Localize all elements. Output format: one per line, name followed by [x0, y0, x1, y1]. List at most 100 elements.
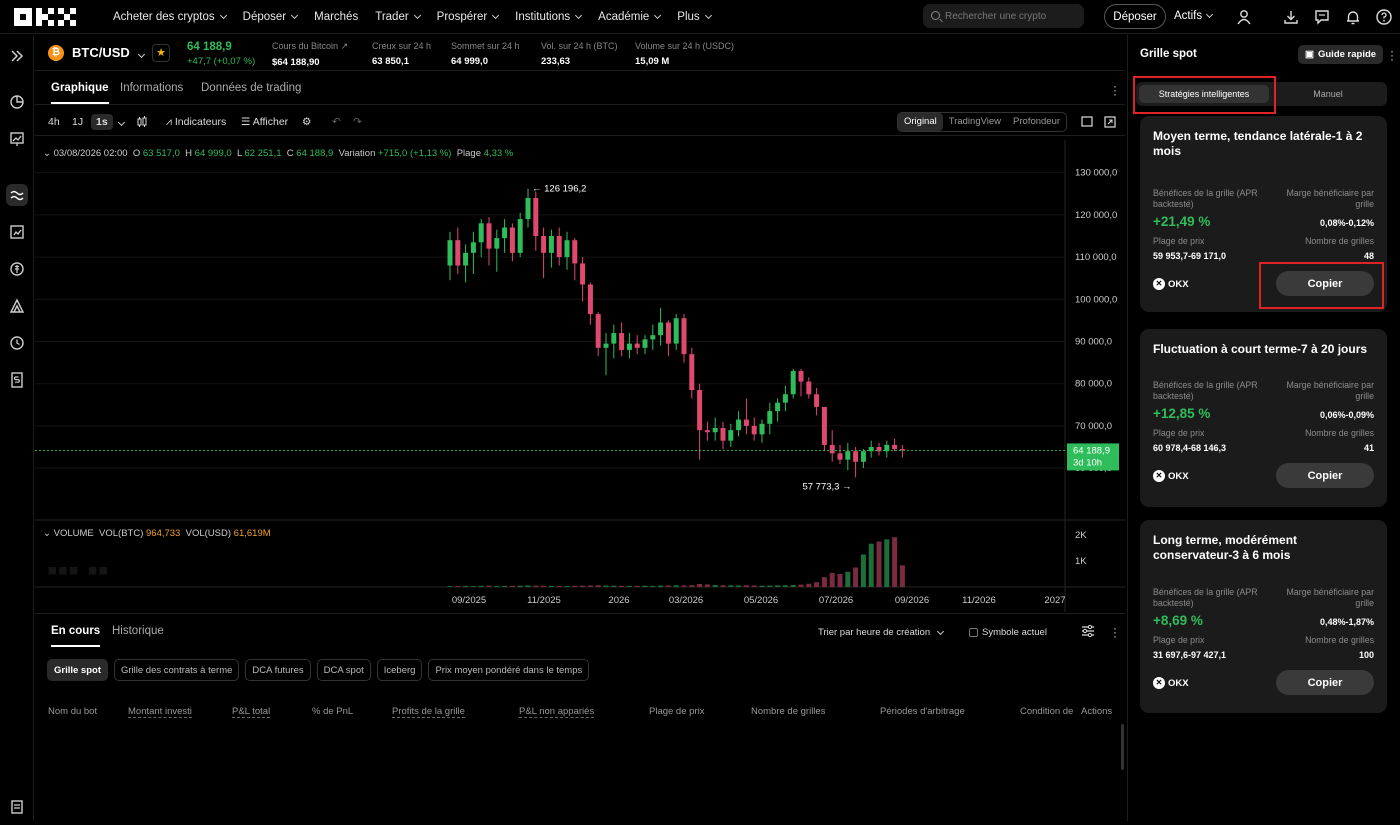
window-icon[interactable] — [1081, 116, 1093, 130]
fullscreen-icon[interactable] — [1104, 116, 1116, 131]
expand-icon[interactable] — [6, 45, 28, 67]
filter-sliders-icon[interactable] — [1080, 623, 1096, 642]
undo-icon[interactable]: ↶ — [332, 116, 341, 128]
settings-gear-icon[interactable]: ⚙ — [302, 116, 311, 128]
collapse-chevron-icon[interactable]: ⌄ — [43, 148, 51, 159]
x-tick-label: 11/2025 — [527, 595, 561, 606]
more-options-icon[interactable]: · · · — [1112, 622, 1118, 642]
timeframe-4h[interactable]: 4h — [48, 116, 60, 128]
current-symbol-checkbox[interactable]: Symbole actuel — [969, 627, 1047, 638]
chip-futures-grid[interactable]: Grille des contrats à terme — [113, 659, 240, 681]
menu-institutions[interactable]: Institutions — [515, 11, 583, 23]
help-icon[interactable] — [1375, 8, 1393, 26]
timeframe-1d[interactable]: 1J — [72, 116, 83, 128]
options-icon[interactable] — [6, 295, 28, 317]
timeframe-dropdown[interactable] — [117, 116, 126, 128]
chevron-down-icon — [138, 50, 146, 59]
history-icon[interactable] — [6, 332, 28, 354]
assets-menu[interactable]: Actifs — [1174, 10, 1214, 22]
highlight-box — [1133, 76, 1276, 114]
candle-body — [743, 419, 749, 426]
display-button[interactable]: ☰ Afficher — [241, 116, 288, 128]
scrollbar[interactable] — [1121, 724, 1124, 770]
candle-type-icon[interactable] — [136, 116, 148, 131]
chip-futures-dca[interactable]: DCA futures — [245, 659, 311, 681]
pair-selector[interactable]: BTC/USD — [72, 45, 146, 60]
tab-history[interactable]: Historique — [112, 625, 164, 637]
copy-button[interactable]: Copier — [1276, 463, 1374, 488]
strategy-card[interactable]: Fluctuation à court terme-7 à 20 jours B… — [1140, 329, 1387, 507]
quick-guide-button[interactable]: ▣ Guide rapide — [1298, 45, 1384, 64]
earn-icon[interactable] — [6, 258, 28, 280]
tab-info[interactable]: Informations — [120, 82, 183, 94]
menu-buy-crypto[interactable]: Acheter des cryptos — [113, 11, 227, 23]
notes-icon[interactable] — [6, 796, 28, 818]
volume-bar — [876, 541, 882, 587]
dollar-doc-icon[interactable] — [6, 369, 28, 391]
candle-body — [642, 339, 648, 348]
market-icon[interactable] — [6, 91, 28, 113]
tab-chart[interactable]: Graphique — [51, 82, 109, 104]
user-icon[interactable] — [1235, 8, 1253, 26]
sort-dropdown[interactable]: Trier par heure de création — [818, 627, 945, 638]
volume-bar — [548, 585, 554, 587]
candle-body — [626, 343, 632, 350]
search-input[interactable]: Rechercher une crypto — [923, 4, 1084, 28]
more-options-icon[interactable]: · · · — [1112, 80, 1118, 100]
indicators-button[interactable]: ⩘ Indicateurs — [166, 116, 226, 129]
view-original[interactable]: Original — [898, 113, 943, 131]
col-actions: Actions — [1081, 706, 1113, 717]
bell-icon[interactable] — [1344, 8, 1362, 26]
external-link-icon[interactable]: ↗ — [341, 41, 349, 51]
candle-body — [611, 333, 617, 344]
okx-logo[interactable] — [14, 8, 76, 26]
view-tradingview[interactable]: TradingView — [943, 113, 1007, 131]
list-icon: ☰ — [241, 116, 251, 128]
x-tick-label: 09/2026 — [895, 595, 929, 606]
chip-spot-dca[interactable]: DCA spot — [316, 659, 371, 681]
collapse-chevron-icon[interactable]: ⌄ — [43, 528, 51, 539]
col-bot-name: Nom du bot — [48, 706, 98, 717]
menu-grow[interactable]: Prospérer — [437, 11, 500, 23]
tab-running[interactable]: En cours — [51, 625, 101, 647]
menu-trade[interactable]: Trader — [375, 11, 421, 23]
candlestick-chart[interactable]: 130 000,0 120 000,0 110 000,0 100 000,0 90 0… — [35, 140, 1125, 612]
candle-body — [837, 453, 843, 460]
strategy-card[interactable]: Long terme, modérément conservateur-3 à … — [1140, 520, 1387, 713]
volume-bar — [704, 584, 710, 587]
download-icon[interactable] — [1282, 8, 1300, 26]
redo-icon[interactable]: ↷ — [353, 116, 362, 128]
deposit-button[interactable]: Déposer — [1104, 4, 1166, 29]
volume-bar — [845, 571, 851, 587]
trade-icon[interactable] — [6, 128, 28, 150]
x-tick-label: 2026 — [608, 595, 629, 606]
view-depth[interactable]: Profondeur — [1007, 113, 1066, 131]
price-chart[interactable]: 130 000,0 120 000,0 110 000,0 100 000,0 90 0… — [35, 140, 1125, 612]
seg-manual[interactable]: Manuel — [1269, 85, 1387, 103]
checkbox[interactable] — [969, 628, 978, 637]
bot-icon[interactable] — [6, 184, 28, 206]
candle-body — [650, 335, 656, 340]
copy-button[interactable]: Copier — [1276, 670, 1374, 695]
menu-academy[interactable]: Académie — [598, 11, 662, 23]
candle-body — [704, 430, 710, 433]
menu-more[interactable]: Plus — [677, 11, 712, 23]
menu-deposit[interactable]: Déposer — [243, 11, 299, 23]
tab-trading-data[interactable]: Données de trading — [201, 82, 301, 94]
chat-icon[interactable] — [1313, 8, 1331, 26]
timeframe-1w[interactable]: 1s — [91, 114, 113, 130]
more-options-icon[interactable]: · · · — [1389, 45, 1395, 65]
candle-body — [712, 428, 718, 433]
price-change: +47,7 (+0,07 %) — [187, 56, 256, 67]
candle-body — [751, 425, 757, 435]
chip-spot-grid[interactable]: Grille spot — [47, 659, 108, 681]
chip-iceberg[interactable]: Iceberg — [376, 659, 423, 681]
menu-markets[interactable]: Marchés — [314, 11, 358, 23]
volume-legend: ⌄ VOLUME VOL(BTC) 964,733 VOL(USD) 61,61… — [43, 528, 271, 539]
volume-bar — [642, 585, 648, 587]
favorite-star-icon[interactable]: ★ — [152, 44, 170, 62]
chip-twap[interactable]: Prix moyen pondéré dans le temps — [428, 659, 590, 681]
chevron-down-icon — [575, 11, 583, 20]
main-menu: Acheter des cryptos Déposer Marchés Trad… — [113, 0, 712, 34]
copy-trading-icon[interactable] — [6, 221, 28, 243]
